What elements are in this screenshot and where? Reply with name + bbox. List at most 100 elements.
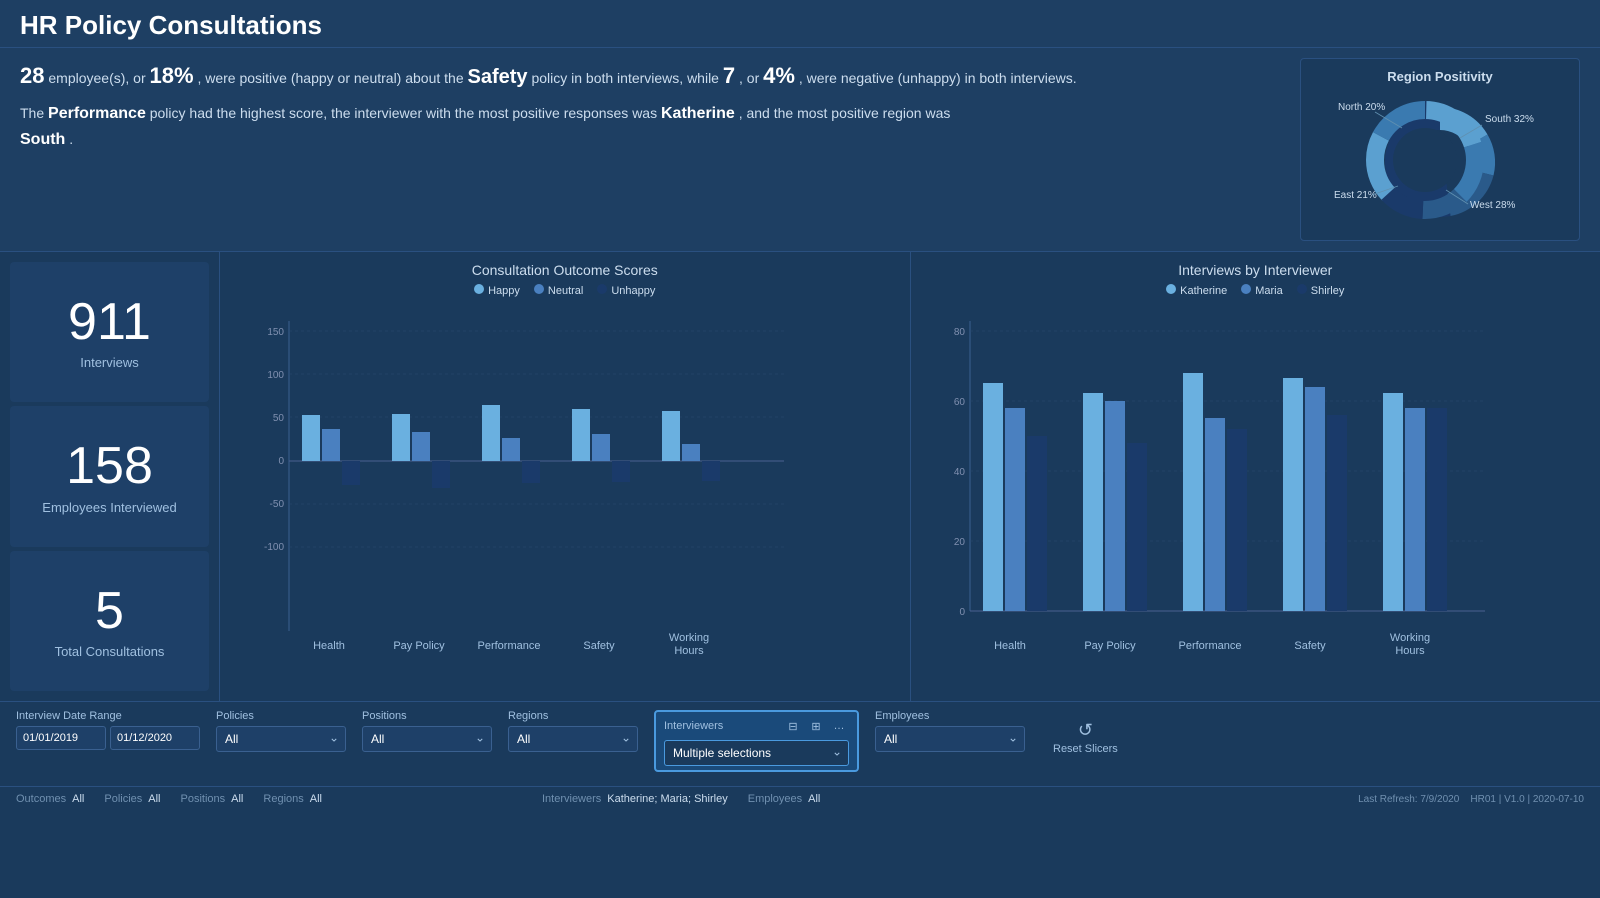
employees-label: Employees	[875, 710, 1025, 722]
donut-chart: North 20% South 32% East 21% West 28%	[1315, 90, 1565, 230]
status-policies: Policies All	[104, 793, 160, 805]
employees-select[interactable]: All	[875, 726, 1025, 752]
status-employees: Employees All	[748, 793, 821, 805]
positions-group: Positions All	[362, 710, 492, 752]
legend-maria: Maria	[1241, 284, 1283, 297]
page-title: HR Policy Consultations	[20, 10, 1580, 41]
bar-health-happy	[302, 415, 320, 461]
regions-label: Regions	[508, 710, 638, 722]
employees-group: Employees All	[875, 710, 1025, 752]
date-start-input[interactable]	[16, 726, 106, 750]
page-header: HR Policy Consultations	[0, 0, 1600, 48]
bar-workinghours-unhappy	[702, 461, 720, 481]
svg-text:80: 80	[953, 327, 965, 338]
interviewer-legend: Katherine Maria Shirley	[925, 284, 1587, 297]
date-range-group: Interview Date Range	[16, 710, 200, 750]
svg-text:20: 20	[953, 537, 965, 548]
interviewers-select[interactable]: Multiple selections Katherine Maria Shir…	[664, 740, 849, 766]
best-region: South	[20, 131, 65, 148]
regions-select[interactable]: All	[508, 726, 638, 752]
bar-wh-maria	[1405, 408, 1425, 611]
svg-text:Working: Working	[669, 632, 709, 644]
legend-happy: Happy	[474, 284, 520, 297]
bar-performance-neutral	[502, 438, 520, 461]
negative-pct: 4%	[763, 63, 795, 88]
interviewer-chart-title: Interviews by Interviewer	[925, 262, 1587, 278]
summary-row: 28 employee(s), or 18% , were positive (…	[0, 48, 1600, 252]
east-label: East 21%	[1334, 190, 1377, 201]
svg-text:Safety: Safety	[583, 640, 615, 652]
bar-safety-neutral	[592, 434, 610, 461]
filter-icon-btn[interactable]: ⊟	[783, 716, 803, 736]
bar-wh-katherine	[1383, 393, 1403, 611]
outcome-chart-title: Consultation Outcome Scores	[234, 262, 896, 278]
reset-slicers-button[interactable]: ↺ Reset Slicers	[1053, 720, 1118, 755]
best-policy: Performance	[48, 105, 146, 122]
negative-count: 7	[723, 63, 735, 88]
last-refresh: Last Refresh: 7/9/2020	[1358, 794, 1459, 805]
bar-health-maria	[1005, 408, 1025, 611]
bar-perf-shirley	[1227, 429, 1247, 611]
svg-text:60: 60	[953, 397, 965, 408]
interviewer-chart-svg: 80 60 40 20 0 Health Pay Policy	[925, 301, 1505, 671]
more-icon-btn[interactable]: …	[829, 716, 849, 736]
regions-select-wrapper: All	[508, 726, 638, 752]
region-positivity-card: Region Positivity	[1300, 58, 1580, 241]
consultations-label: Total Consultations	[55, 644, 165, 659]
bar-pp-maria	[1105, 401, 1125, 611]
positions-select[interactable]: All	[362, 726, 492, 752]
focus-icon-btn[interactable]: ⊞	[806, 716, 826, 736]
kpi-consultations: 5 Total Consultations	[10, 551, 209, 691]
svg-text:Pay Policy: Pay Policy	[1084, 640, 1136, 652]
status-policies-val: All	[148, 793, 160, 805]
bar-workinghours-neutral	[682, 444, 700, 461]
employees-number: 158	[66, 438, 153, 495]
status-employees-val: All	[808, 793, 820, 805]
status-interviewers: Interviewers Katherine; Maria; Shirley	[542, 793, 728, 805]
west-label: West 28%	[1470, 200, 1515, 211]
svg-text:Safety: Safety	[1294, 640, 1326, 652]
svg-text:0: 0	[278, 456, 284, 467]
status-bar: Outcomes All Policies All Positions All …	[0, 787, 1600, 811]
consultations-number: 5	[95, 583, 124, 640]
svg-text:Health: Health	[994, 640, 1026, 652]
south-label: South 32%	[1485, 114, 1534, 125]
bar-health-unhappy	[342, 461, 360, 485]
bar-workinghours-happy	[662, 411, 680, 461]
legend-shirley: Shirley	[1297, 284, 1345, 297]
positions-select-wrapper: All	[362, 726, 492, 752]
main-content: 911 Interviews 158 Employees Interviewed…	[0, 252, 1600, 702]
bar-paypolicy-happy	[392, 414, 410, 461]
bar-wh-shirley	[1427, 408, 1447, 611]
status-positions-key: Positions	[181, 793, 226, 805]
svg-text:Working: Working	[1389, 632, 1429, 644]
bar-pp-shirley	[1127, 443, 1147, 611]
svg-text:40: 40	[953, 467, 965, 478]
status-outcomes: Outcomes All	[16, 793, 84, 805]
interviewers-header: Interviewers ⊟ ⊞ …	[664, 716, 849, 736]
kpi-employees: 158 Employees Interviewed	[10, 406, 209, 546]
policies-select[interactable]: All	[216, 726, 346, 752]
svg-text:Hours: Hours	[1395, 645, 1425, 657]
legend-neutral: Neutral	[534, 284, 583, 297]
bar-safety-unhappy	[612, 461, 630, 482]
outcome-legend: Happy Neutral Unhappy	[234, 284, 896, 297]
svg-text:-100: -100	[264, 542, 284, 553]
employees-select-wrapper: All	[875, 726, 1025, 752]
bar-performance-unhappy	[522, 461, 540, 483]
policies-label: Policies	[216, 710, 346, 722]
bar-safety-shirley	[1327, 415, 1347, 611]
status-outcomes-val: All	[72, 793, 84, 805]
interviews-label: Interviews	[80, 355, 139, 370]
kpi-panel: 911 Interviews 158 Employees Interviewed…	[0, 252, 220, 701]
status-regions-key: Regions	[263, 793, 303, 805]
legend-unhappy: Unhappy	[597, 284, 655, 297]
bar-health-shirley	[1027, 436, 1047, 611]
status-positions-val: All	[231, 793, 243, 805]
date-end-input[interactable]	[110, 726, 200, 750]
version-info: HR01 | V1.0 | 2020-07-10	[1470, 794, 1584, 805]
bar-paypolicy-neutral	[412, 432, 430, 461]
status-regions: Regions All	[263, 793, 322, 805]
svg-text:0: 0	[959, 607, 965, 618]
status-regions-val: All	[310, 793, 322, 805]
